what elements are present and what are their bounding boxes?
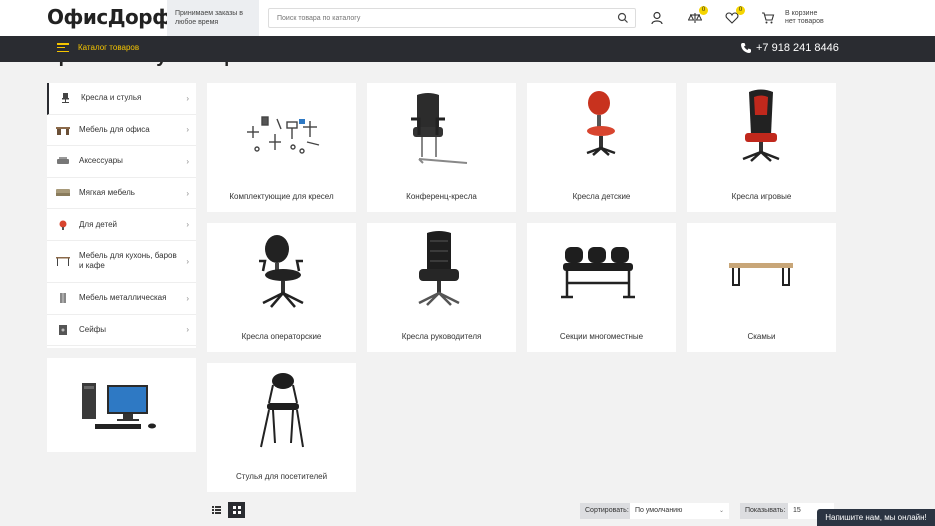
cart-line-2: нет товаров xyxy=(785,18,824,25)
cart-status[interactable]: В корзине нет товаров xyxy=(785,10,824,26)
accessory-thumb-icon xyxy=(57,157,69,165)
sidebar-item-accessories[interactable]: Аксессуары › xyxy=(47,146,196,178)
user-icon[interactable] xyxy=(650,11,664,25)
category-card[interactable]: Секции многоместные xyxy=(527,223,676,352)
sidebar-label: Сейфы xyxy=(79,324,107,334)
grid-icon xyxy=(232,506,241,514)
multi-seat-icon xyxy=(561,247,635,299)
category-card[interactable]: Кресла детские xyxy=(527,83,676,212)
chair-thumb-icon xyxy=(62,93,69,104)
category-card-label: Комплектующие для кресел xyxy=(229,192,334,201)
compare-count-badge: 0 xyxy=(699,6,708,15)
chevron-right-icon: › xyxy=(186,293,189,303)
chevron-right-icon: › xyxy=(186,156,189,166)
cart-line-1: В корзине xyxy=(785,10,818,17)
chair-parts-icon xyxy=(247,116,320,154)
phone-number: +7 918 241 8446 xyxy=(756,42,839,54)
show-label: Показывать: xyxy=(740,503,791,519)
sidebar-item-chairs[interactable]: Кресла и стулья › xyxy=(47,83,196,115)
executive-chair-icon xyxy=(418,231,460,306)
category-card-label: Кресла игровые xyxy=(731,192,792,201)
visitor-chair-icon xyxy=(260,373,304,448)
catalog-label: Каталог товаров xyxy=(78,43,140,52)
category-sidebar: Кресла и стулья › Мебель для офиса › Акс… xyxy=(47,83,196,348)
category-card-label: Секции многоместные xyxy=(559,332,644,341)
category-card-label: Кресла детские xyxy=(572,192,631,201)
chevron-right-icon: › xyxy=(186,256,189,266)
conference-chair-icon xyxy=(411,93,468,164)
cart-icon[interactable] xyxy=(761,11,775,25)
sidebar-label: Мягкая мебель xyxy=(79,188,135,198)
search-input[interactable] xyxy=(269,9,599,27)
category-card[interactable]: Комплектующие для кресел xyxy=(207,83,356,212)
search-box xyxy=(268,8,636,28)
chevron-right-icon: › xyxy=(186,220,189,230)
category-card[interactable]: Кресла игровые xyxy=(687,83,836,212)
category-card[interactable]: Конференц-кресла xyxy=(367,83,516,212)
table-thumb-icon xyxy=(56,257,70,267)
online-chat-button[interactable]: Напишите нам, мы онлайн! xyxy=(817,509,935,526)
sofa-thumb-icon xyxy=(56,189,70,197)
category-card[interactable]: Кресла операторские xyxy=(207,223,356,352)
category-card-label: Стулья для посетителей xyxy=(235,472,328,481)
favorites-count-badge: 0 xyxy=(736,6,745,15)
nav-bar: Каталог товаров +7 918 241 8446 xyxy=(0,36,935,62)
show-value: 15 xyxy=(793,507,801,514)
category-card-label: Конференц-кресла xyxy=(406,192,477,201)
phone-link[interactable]: +7 918 241 8446 xyxy=(740,42,839,54)
chevron-right-icon: › xyxy=(186,93,189,103)
sort-value: По умолчанию xyxy=(635,507,683,514)
bench-icon xyxy=(729,263,793,286)
sidebar-item-kids[interactable]: Для детей › xyxy=(47,209,196,241)
sidebar-item-safes[interactable]: Сейфы › xyxy=(47,315,196,347)
locker-thumb-icon xyxy=(60,293,66,304)
kids-thumb-icon xyxy=(59,220,67,230)
list-icon xyxy=(212,506,221,514)
compare-button[interactable]: 0 xyxy=(687,6,708,25)
sidebar-label: Для детей xyxy=(79,219,117,229)
sidebar-label: Кресла и стулья xyxy=(81,93,142,103)
menu-icon xyxy=(57,43,69,52)
chevron-down-icon: ⌄ xyxy=(718,508,724,514)
operator-chair-icon xyxy=(259,235,304,308)
promo-line-1: Принимаем заказы в xyxy=(175,10,244,17)
desk-thumb-icon xyxy=(56,126,70,135)
sidebar-label: Мебель для кухонь, баров и кафе xyxy=(79,251,177,271)
kids-chair-icon xyxy=(586,91,616,156)
computer-icon xyxy=(82,383,156,429)
category-card[interactable]: Стулья для посетителей xyxy=(207,363,356,492)
category-card-label: Скамьи xyxy=(747,332,776,341)
catalog-button[interactable]: Каталог товаров xyxy=(57,43,139,52)
gaming-chair-icon xyxy=(742,89,780,162)
category-card[interactable]: Кресла руководителя xyxy=(367,223,516,352)
sidebar-label: Мебель металлическая xyxy=(79,293,167,303)
favorites-button[interactable]: 0 xyxy=(725,6,745,25)
phone-icon xyxy=(741,43,751,53)
order-promo: Принимаем заказы в любое время xyxy=(167,0,259,36)
sidebar-item-kitchen-bar-cafe[interactable]: Мебель для кухонь, баров и кафе › xyxy=(47,241,196,283)
grid-view-button[interactable] xyxy=(228,502,245,518)
list-view-button[interactable] xyxy=(208,502,225,518)
sidebar-item-office-furniture[interactable]: Мебель для офиса › xyxy=(47,115,196,147)
header: ОфисДорф. Принимаем заказы в любое время… xyxy=(0,0,935,36)
category-card-label: Кресла руководителя xyxy=(401,332,482,341)
promo-line-2: любое время xyxy=(175,19,219,26)
sidebar-item-metal-furniture[interactable]: Мебель металлическая › xyxy=(47,283,196,315)
chevron-right-icon: › xyxy=(186,325,189,335)
search-icon[interactable] xyxy=(617,12,629,24)
chevron-right-icon: › xyxy=(186,125,189,135)
category-card[interactable]: Скамьи xyxy=(687,223,836,352)
sidebar-label: Аксессуары xyxy=(79,156,123,166)
safe-thumb-icon xyxy=(59,324,67,335)
sidebar-label: Мебель для офиса xyxy=(79,124,150,134)
promo-banner[interactable] xyxy=(47,358,196,452)
sort-select[interactable]: По умолчанию ⌄ xyxy=(630,503,729,519)
chevron-right-icon: › xyxy=(186,188,189,198)
category-card-label: Кресла операторские xyxy=(241,332,322,341)
sidebar-item-soft-furniture[interactable]: Мягкая мебель › xyxy=(47,178,196,210)
sort-label: Сортировать: xyxy=(580,503,634,519)
logo[interactable]: ОфисДорф. xyxy=(47,5,179,29)
